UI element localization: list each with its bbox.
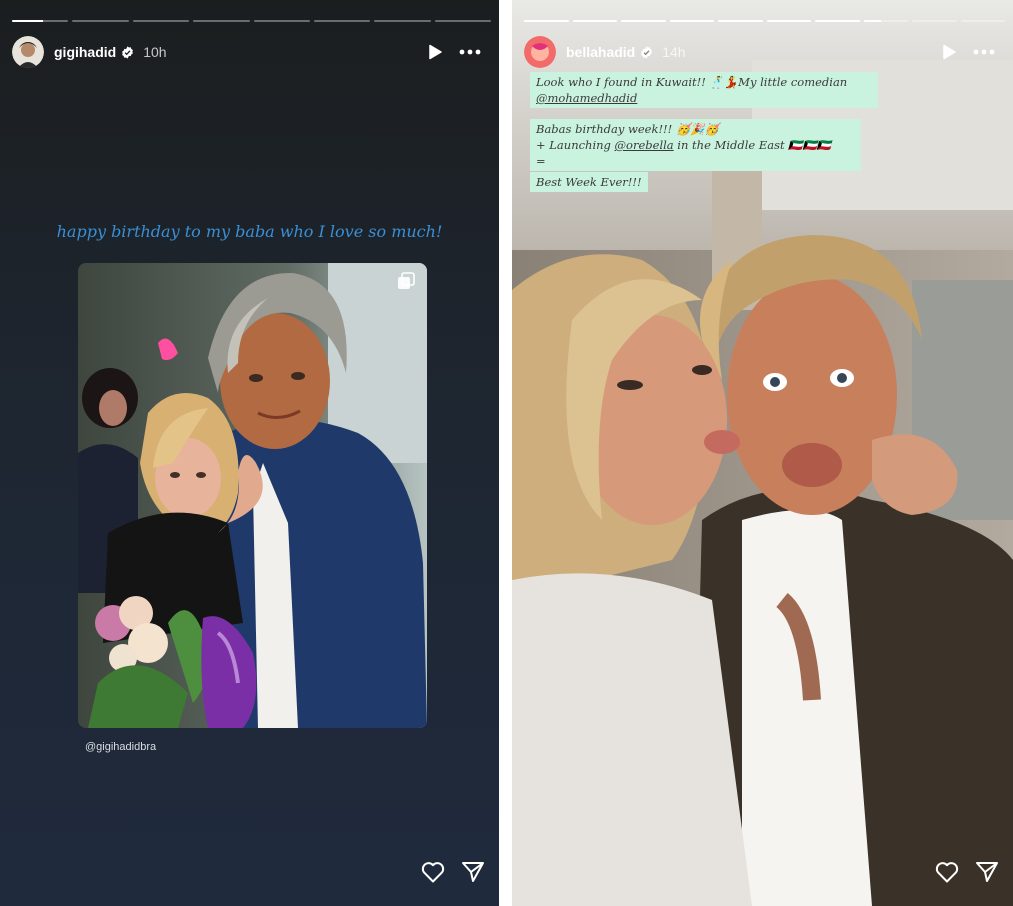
- story-progress-bar: [524, 20, 1005, 22]
- story-panel-gigihadid[interactable]: gigihadid 10h happy birthday to my baba …: [0, 0, 499, 906]
- verified-icon: [641, 45, 653, 59]
- mention-link[interactable]: @orebella: [615, 138, 674, 152]
- progress-segment-fill: [863, 20, 882, 22]
- share-button[interactable]: [461, 861, 485, 888]
- progress-segment-fill: [572, 20, 617, 22]
- photo-credit-tag[interactable]: @gigihadidbra: [85, 741, 156, 753]
- story-actions: [421, 861, 485, 888]
- play-icon: [943, 44, 956, 60]
- story-caption: happy birthday to my baba who I love so …: [56, 222, 443, 241]
- story-panel-bellahadid[interactable]: bellahadid 14h Look who I found in Kuwai…: [512, 0, 1013, 906]
- progress-segment: [193, 20, 250, 22]
- progress-segment: [374, 20, 431, 22]
- progress-segment-fill: [718, 20, 763, 22]
- story-timestamp: 14h: [662, 44, 686, 60]
- progress-segment: [669, 20, 714, 22]
- heart-icon: [935, 862, 959, 883]
- progress-segment-fill: [815, 20, 860, 22]
- progress-segment: [863, 20, 908, 22]
- sticker-text: Look who I found in Kuwait!! 🕺💃My little…: [536, 75, 848, 89]
- progress-segment: [313, 20, 371, 22]
- play-button[interactable]: [941, 44, 957, 60]
- progress-segment: [72, 20, 129, 22]
- progress-segment: [912, 20, 957, 22]
- play-button[interactable]: [427, 44, 443, 60]
- progress-segment: [524, 20, 569, 22]
- heart-icon: [421, 862, 445, 883]
- story-username[interactable]: gigihadid: [54, 44, 116, 60]
- story-actions: [935, 861, 999, 888]
- more-button[interactable]: [459, 49, 481, 55]
- share-icon: [976, 862, 998, 882]
- sticker-line: Babas birthday week!!! 🥳🎉🥳: [536, 122, 719, 136]
- text-sticker-kuwait: Look who I found in Kuwait!! 🕺💃My little…: [530, 72, 878, 108]
- like-button[interactable]: [421, 861, 445, 888]
- progress-segment-fill: [669, 20, 714, 22]
- progress-segment: [434, 20, 491, 22]
- avatar[interactable]: [12, 36, 44, 68]
- progress-segment-fill: [524, 20, 569, 22]
- sticker-line: =: [536, 154, 546, 168]
- mention-link[interactable]: @mohamedhadid: [536, 90, 872, 106]
- progress-segment-fill: [621, 20, 666, 22]
- more-icon: [459, 49, 481, 55]
- progress-segment: [718, 20, 763, 22]
- more-icon: [973, 49, 995, 55]
- story-timestamp: 10h: [143, 44, 167, 60]
- progress-segment: [766, 20, 811, 22]
- share-icon: [462, 862, 484, 882]
- story-photo: [78, 263, 427, 728]
- progress-segment-fill: [12, 20, 43, 22]
- progress-segment: [960, 20, 1005, 22]
- sticker-line: + Launching @orebella in the Middle East…: [536, 137, 855, 153]
- progress-segment: [621, 20, 666, 22]
- like-button[interactable]: [935, 861, 959, 888]
- story-username[interactable]: bellahadid: [566, 44, 635, 60]
- progress-segment: [572, 20, 617, 22]
- verified-icon: [122, 45, 134, 59]
- progress-segment: [253, 20, 310, 22]
- story-progress-bar: [12, 20, 491, 22]
- progress-segment: [132, 20, 190, 22]
- sticker-line: Best Week Ever!!!: [536, 175, 642, 189]
- progress-segment-fill: [766, 20, 811, 22]
- text-sticker-best-week: Best Week Ever!!!: [530, 172, 648, 192]
- story-header: bellahadid 14h: [524, 36, 995, 68]
- progress-segment: [12, 20, 69, 22]
- more-button[interactable]: [973, 49, 995, 55]
- story-header: gigihadid 10h: [12, 36, 481, 68]
- sticker-text: + Launching: [536, 138, 615, 152]
- share-button[interactable]: [975, 861, 999, 888]
- text-sticker-birthday: Babas birthday week!!! 🥳🎉🥳 + Launching @…: [530, 119, 861, 171]
- family-photo-image: [78, 263, 427, 728]
- progress-segment: [815, 20, 860, 22]
- play-icon: [429, 44, 442, 60]
- sticker-text: in the Middle East 🇰🇼🇰🇼🇰🇼: [673, 138, 832, 152]
- avatar[interactable]: [524, 36, 556, 68]
